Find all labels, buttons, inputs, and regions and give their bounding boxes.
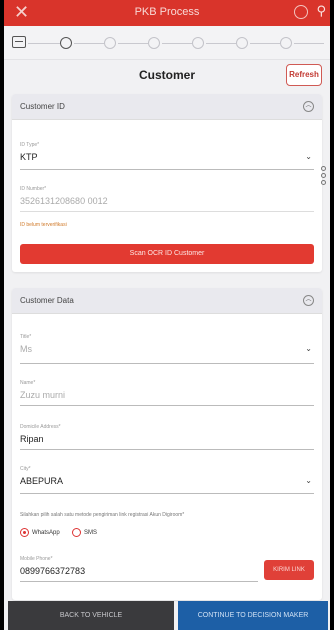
- field-label: ID Number*: [20, 186, 47, 192]
- send-method-hint: Silahkan pilih salah satu metode pengiri…: [20, 512, 185, 518]
- field-value: Ms: [20, 344, 32, 354]
- customer-data-header[interactable]: Customer Data ︿: [12, 288, 322, 314]
- customer-id-card: Customer ID ︿ ID Type* KTP ⌄ ID Number* …: [12, 94, 322, 272]
- progress-stepper: [4, 26, 330, 60]
- customer-data-card: Customer Data ︿ Title* Ms ⌄ Name* Zuzu m…: [12, 288, 322, 600]
- link-icon: [318, 166, 330, 188]
- field-label: Title*: [20, 334, 32, 340]
- footer-actions: BACK TO VEHICLE CONTINUE TO DECISION MAK…: [4, 601, 330, 630]
- radio-label: WhatsApp: [32, 530, 60, 537]
- radio-sms[interactable]: SMS: [72, 528, 97, 537]
- stepper-line: [118, 43, 148, 44]
- chevron-down-icon: ⌄: [305, 344, 312, 353]
- name-field[interactable]: Name* Zuzu murni: [20, 380, 314, 406]
- address-field[interactable]: Domicile Address* Ripan: [20, 424, 314, 450]
- field-value: KTP: [20, 152, 38, 162]
- stepper-step-6[interactable]: [236, 37, 248, 49]
- field-label: City*: [20, 466, 31, 472]
- stepper-line: [28, 43, 60, 44]
- field-label: Name*: [20, 380, 36, 386]
- customer-id-header[interactable]: Customer ID ︿: [12, 94, 322, 120]
- continue-button[interactable]: CONTINUE TO DECISION MAKER: [178, 601, 328, 630]
- radio-label: SMS: [84, 530, 98, 537]
- title-select[interactable]: Title* Ms ⌄: [20, 334, 314, 364]
- id-number-field[interactable]: ID Number* 3526131208680 0012: [20, 186, 314, 212]
- city-select[interactable]: City* ABEPURA ⌄: [20, 466, 314, 494]
- send-link-button[interactable]: KIRIM LINK: [264, 560, 314, 580]
- chevron-down-icon: ⌄: [305, 476, 312, 485]
- chevron-down-icon: ⌄: [305, 152, 312, 161]
- help-icon[interactable]: [294, 5, 308, 19]
- field-value: 3526131208680 0012: [20, 196, 108, 206]
- section-title: Customer ID: [20, 102, 65, 111]
- scan-ocr-button[interactable]: Scan OCR ID Customer: [20, 244, 314, 264]
- field-label: Domicile Address*: [20, 424, 61, 430]
- mobile-phone-field[interactable]: Mobile Phone* 0899766372783: [20, 556, 258, 582]
- field-value: Zuzu murni: [20, 390, 66, 400]
- stepper-step-4[interactable]: [148, 37, 160, 49]
- refresh-button[interactable]: Refresh: [286, 64, 322, 86]
- stepper-step-3[interactable]: [104, 37, 116, 49]
- field-value: Ripan: [20, 434, 44, 444]
- field-value: 0899766372783: [20, 566, 86, 576]
- stepper-step-7[interactable]: [280, 37, 292, 49]
- verification-warning: ID belum terverifikasi: [20, 222, 67, 228]
- field-value: ABEPURA: [20, 476, 64, 486]
- id-type-select[interactable]: ID Type* KTP ⌄: [20, 142, 314, 170]
- radio-selected-icon: [20, 528, 29, 537]
- app-screen: ✕ PKB Process ⚲ Customer Refresh Custome…: [4, 0, 330, 630]
- field-label: Mobile Phone*: [20, 556, 53, 562]
- field-label: ID Type*: [20, 142, 40, 148]
- app-title: PKB Process: [134, 6, 200, 18]
- search-icon[interactable]: ⚲: [316, 3, 326, 19]
- stepper-step-customer[interactable]: [60, 37, 72, 49]
- page-header: Customer Refresh: [4, 60, 330, 90]
- radio-whatsapp[interactable]: WhatsApp: [20, 528, 60, 537]
- collapse-icon[interactable]: ︿: [303, 295, 314, 306]
- section-title: Customer Data: [20, 296, 74, 305]
- stepper-step-5[interactable]: [192, 37, 204, 49]
- stepper-line: [250, 43, 280, 44]
- stepper-line: [206, 43, 236, 44]
- send-method-radio-group: WhatsApp SMS: [20, 528, 220, 540]
- document-icon: [12, 36, 26, 48]
- page-title: Customer: [138, 68, 195, 82]
- stepper-line: [74, 43, 104, 44]
- app-bar: ✕ PKB Process ⚲: [4, 0, 330, 26]
- radio-unselected-icon: [72, 528, 81, 537]
- stepper-line: [294, 43, 324, 44]
- back-to-vehicle-button[interactable]: BACK TO VEHICLE: [8, 601, 174, 630]
- collapse-icon[interactable]: ︿: [303, 101, 314, 112]
- stepper-line: [162, 43, 192, 44]
